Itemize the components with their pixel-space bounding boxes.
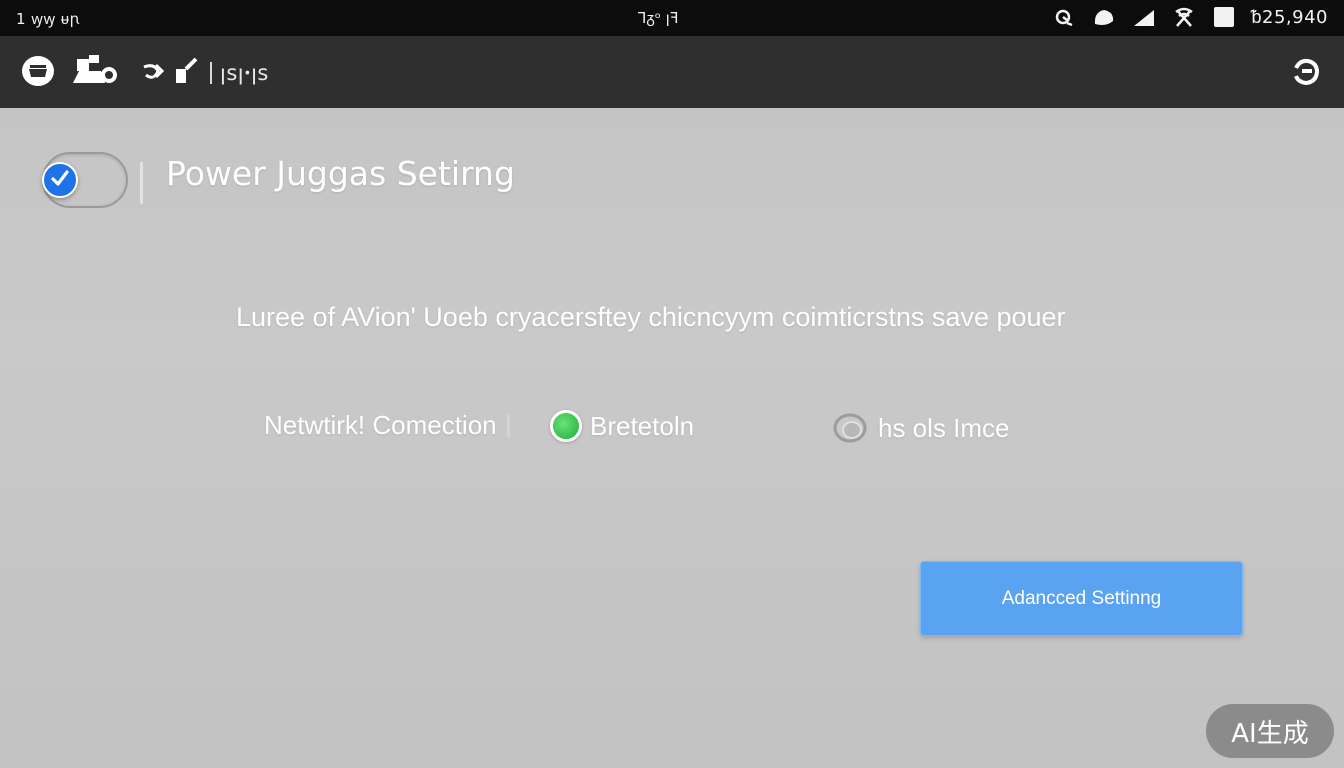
option-bluetooth[interactable]: Bretetoln <box>550 410 694 442</box>
advanced-settings-button[interactable]: Adancced Settinng <box>920 561 1243 636</box>
other-option-label: hs ols Imce <box>878 412 1010 443</box>
home-button[interactable] <box>18 54 58 92</box>
ai-generated-badge: AI生成 <box>1206 704 1334 758</box>
status-bar: 1 ꝡꝡ ᵾꞃ Ꞁᵹᵒ ꞁꟻ ᵬ25,940 <box>0 0 1344 36</box>
refresh-icon <box>1290 58 1322 92</box>
battery-icon <box>1212 6 1236 28</box>
profile-button[interactable] <box>70 54 120 92</box>
alarm-icon <box>1052 6 1076 28</box>
status-icons: ᵬ25,940 <box>1052 6 1329 28</box>
bluetooth-status-dot <box>550 410 582 442</box>
app-bar: ꞁsꞁꞏꞁs <box>0 36 1344 108</box>
title-divider <box>140 162 143 204</box>
toggle-knob <box>42 162 78 198</box>
app-title-divider <box>210 62 212 84</box>
option-divider <box>506 414 510 437</box>
signal-icon <box>1132 6 1156 28</box>
status-balance: ᵬ25,940 <box>1251 6 1328 28</box>
network-connection-label: Netwtirk! Comection <box>264 410 497 440</box>
status-left-text: 1 ꝡꝡ ᵾꞃ <box>16 10 80 28</box>
share-icon <box>140 55 204 91</box>
share-button[interactable] <box>140 54 204 92</box>
checkmark-icon <box>50 169 70 191</box>
app-bar-left: ꞁsꞁꞏꞁs <box>18 54 269 92</box>
option-network-connection[interactable]: Netwtirk! Comection <box>264 410 510 441</box>
power-toggle[interactable] <box>42 152 128 208</box>
refresh-button[interactable] <box>1290 56 1322 88</box>
page-description: Luree of AVion' Uoeb cryacersftey chicnc… <box>236 302 1066 332</box>
profile-icon <box>71 53 119 93</box>
radio-icon <box>832 410 872 446</box>
app-title: ꞁsꞁꞏꞁs <box>220 61 269 85</box>
status-clock: Ꞁᵹᵒ ꞁꟻ <box>638 9 679 27</box>
page-title: Power Juggas Setirng <box>166 154 515 193</box>
chat-icon <box>1092 6 1116 28</box>
home-icon <box>20 54 56 92</box>
wifi-off-icon <box>1172 6 1196 28</box>
bluetooth-label: Bretetoln <box>590 410 695 441</box>
option-other[interactable]: hs ols Imce <box>832 410 1010 446</box>
